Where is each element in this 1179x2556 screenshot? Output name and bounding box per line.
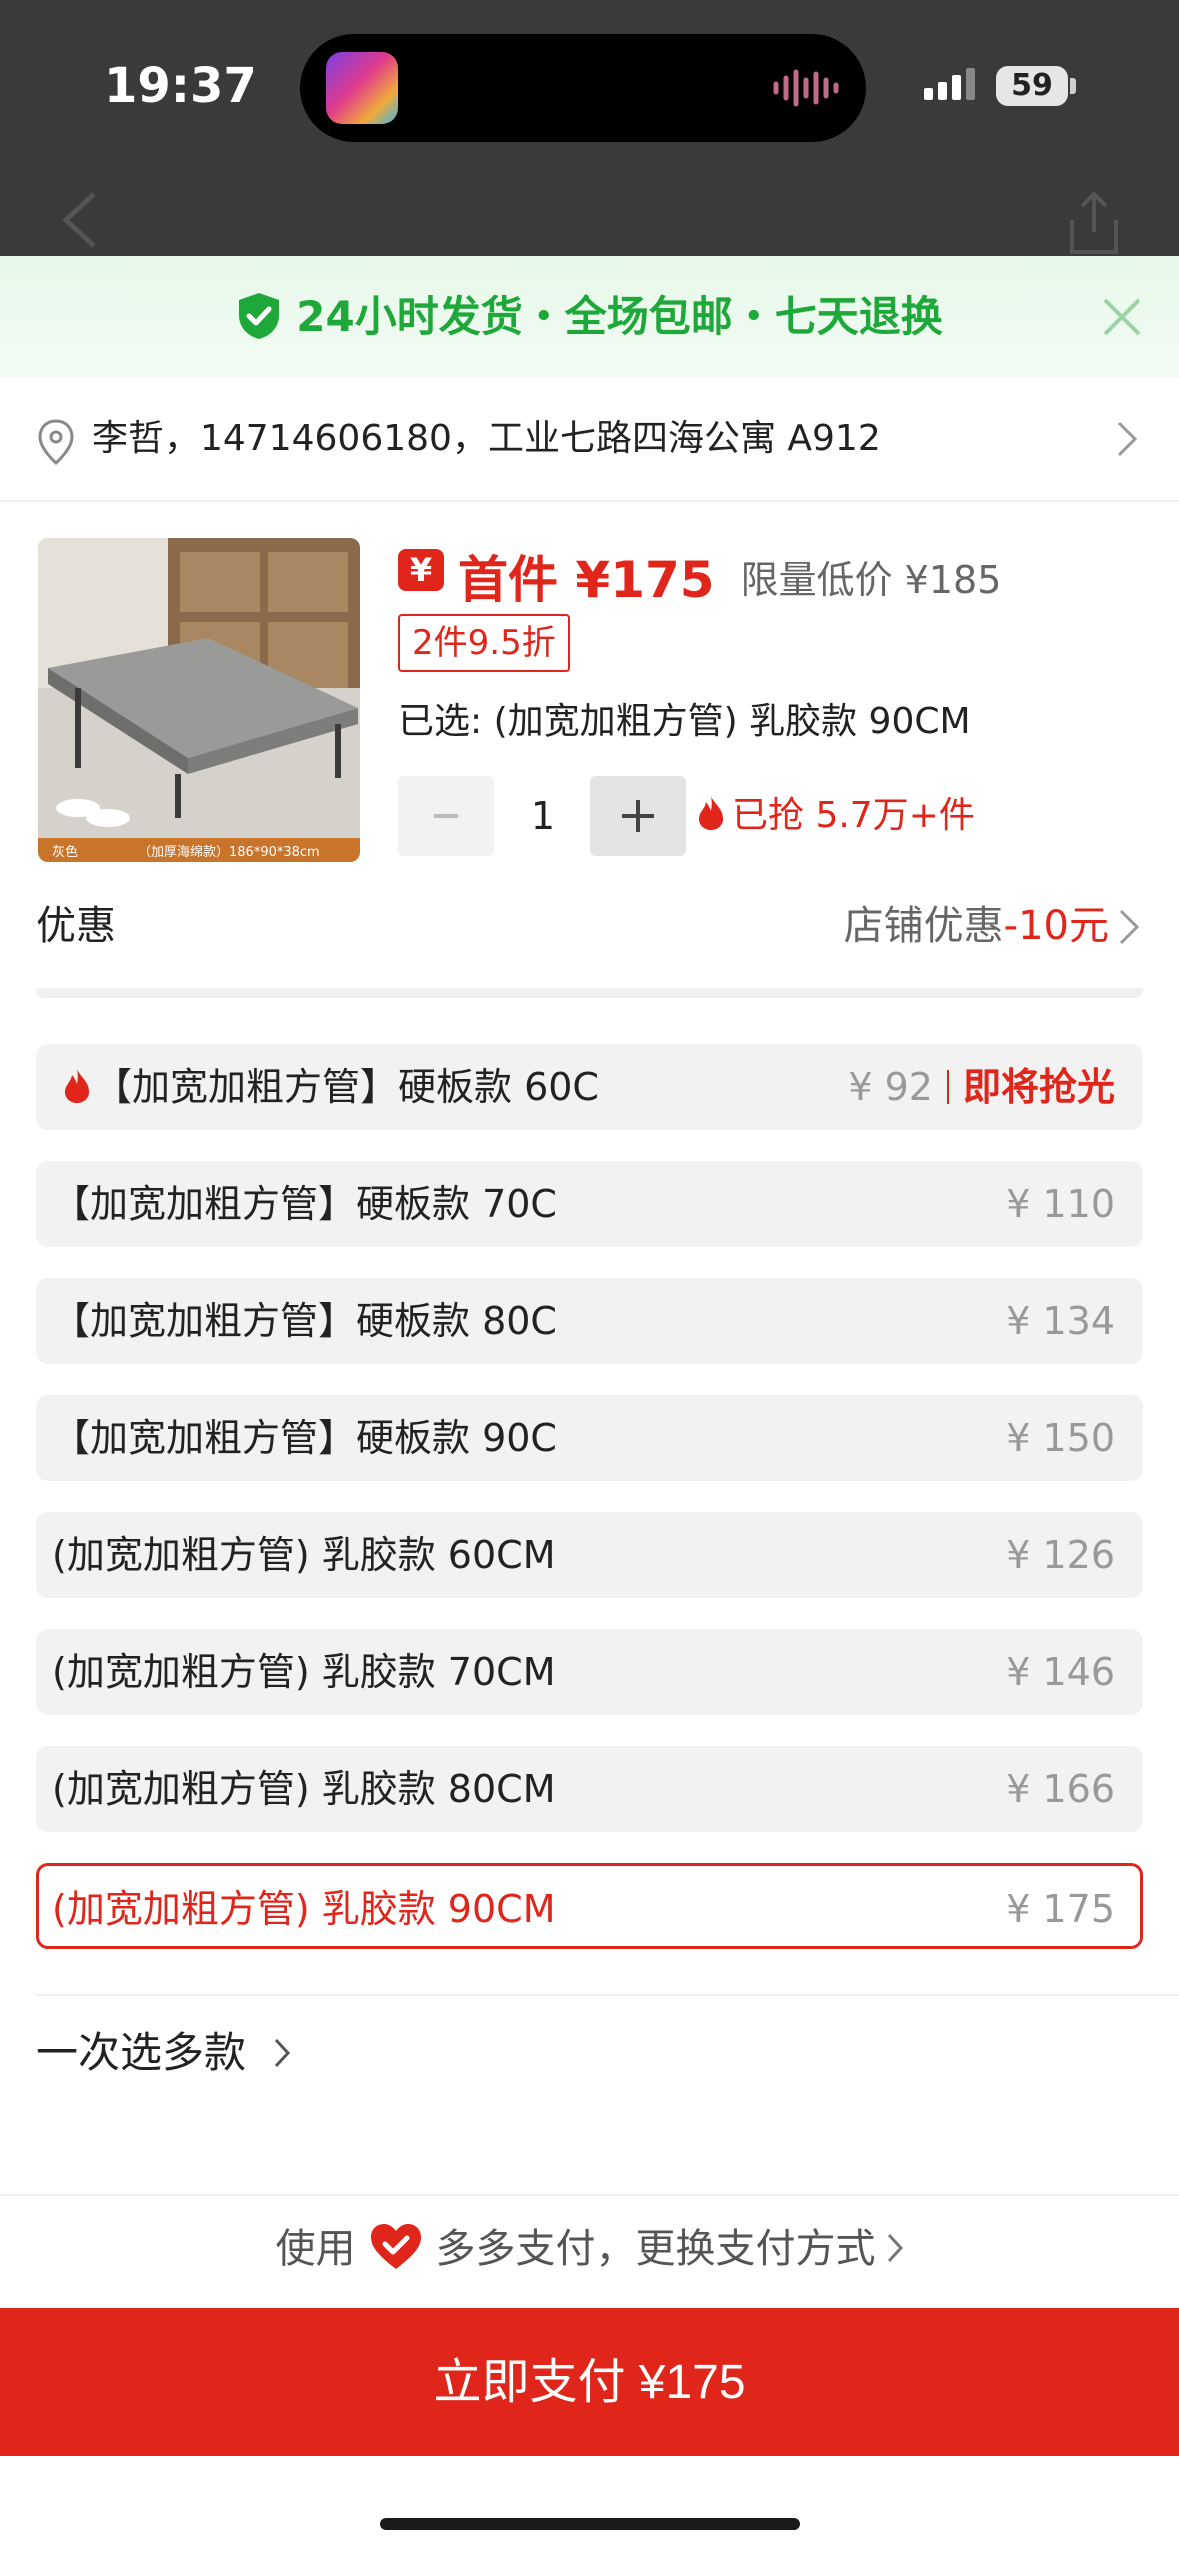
sold-text: 已抢 5.7万+件 xyxy=(732,795,975,836)
discount-badge: 2件9.5折 xyxy=(398,614,570,672)
variant-option-selected[interactable]: (加宽加粗方管) 乳胶款 90CM ¥ 175 xyxy=(36,1863,1143,1949)
chevron-right-icon xyxy=(887,2233,903,2263)
variant-option[interactable]: 【加宽加粗方管】硬板款 70C ¥ 110 xyxy=(36,1161,1143,1247)
chevron-right-icon xyxy=(1119,909,1140,945)
product-summary: 灰色 （加厚海绵款）186*90*38cm ¥ 首件 ¥175 限量低价 ¥185 … xyxy=(0,500,1179,866)
multi-select-link[interactable]: 一次选多款 xyxy=(36,2018,291,2088)
list-scroll-edge xyxy=(36,988,1143,998)
price-row: ¥ 首件 ¥175 限量低价 ¥185 xyxy=(398,540,1001,610)
shipping-address-row[interactable]: 李哲，14714606180，工业七路四海公寓 A912 xyxy=(0,378,1179,502)
plus-icon xyxy=(622,800,654,832)
variant-price: ¥ 134 xyxy=(1006,1299,1115,1343)
variant-option[interactable]: 【加宽加粗方管】硬板款 60C ¥ 92 即将抢光 xyxy=(36,1044,1143,1130)
product-spec-tag: （加厚海绵款）186*90*38cm xyxy=(138,845,320,860)
variant-name: (加宽加粗方管) 乳胶款 70CM xyxy=(52,1650,556,1694)
variant-name: 【加宽加粗方管】硬板款 60C xyxy=(94,1065,599,1109)
variant-price-group: ¥ 92 即将抢光 xyxy=(848,1044,1115,1130)
shield-check-icon xyxy=(239,292,280,339)
payment-prefix: 使用 xyxy=(275,2226,356,2272)
variant-option[interactable]: 【加宽加粗方管】硬板款 80C ¥ 134 xyxy=(36,1278,1143,1364)
fire-icon xyxy=(699,796,723,830)
app-icon xyxy=(326,52,398,124)
variant-option[interactable]: (加宽加粗方管) 乳胶款 60CM ¥ 126 xyxy=(36,1512,1143,1598)
dynamic-island xyxy=(300,34,866,142)
promo-amount: -10元 xyxy=(1003,903,1109,949)
audio-wave-icon xyxy=(773,69,839,107)
variant-price: ¥ 110 xyxy=(1006,1182,1115,1226)
checkout-sheet: 24小时发货・全场包邮・七天退换 李哲，14714606180，工业七路四海公寓… xyxy=(0,256,1179,2556)
variant-name: (加宽加粗方管) 乳胶款 90CM xyxy=(52,1887,556,1931)
banner-content: 24小时发货・全场包邮・七天退换 xyxy=(0,284,1179,350)
variant-name: 【加宽加粗方管】硬板款 70C xyxy=(52,1182,557,1226)
battery-icon: 59 xyxy=(996,66,1068,106)
chevron-right-icon xyxy=(1117,421,1138,457)
payment-method-selector[interactable]: 使用 多多支付，更换支付方式 xyxy=(0,2214,1179,2284)
variant-price: ¥ 150 xyxy=(1006,1416,1115,1460)
back-arrow-icon[interactable] xyxy=(60,190,100,250)
promotion-row[interactable]: 优惠 店铺优惠-10元 xyxy=(0,866,1179,988)
variant-name: 【加宽加粗方管】硬板款 90C xyxy=(52,1416,557,1460)
quantity-decrease-button[interactable] xyxy=(398,776,494,856)
quantity-value[interactable]: 1 xyxy=(510,776,576,856)
close-icon[interactable] xyxy=(1101,296,1143,338)
variant-price: ¥ 166 xyxy=(1006,1767,1115,1811)
promo-value: 店铺优惠-10元 xyxy=(844,896,1109,956)
minus-icon xyxy=(434,814,458,818)
stock-warning: 即将抢光 xyxy=(962,1065,1115,1109)
cellular-signal-icon xyxy=(924,68,975,100)
address-text: 李哲，14714606180，工业七路四海公寓 A912 xyxy=(92,418,881,459)
variant-option[interactable]: 【加宽加粗方管】硬板款 90C ¥ 150 xyxy=(36,1395,1143,1481)
promo-value-prefix: 店铺优惠 xyxy=(843,903,1004,949)
product-color-tag: 灰色 xyxy=(52,844,78,860)
promo-label: 优惠 xyxy=(36,903,116,949)
background-page-header: 19:37 59 xyxy=(0,0,1179,256)
variant-price: ¥ 175 xyxy=(1006,1887,1115,1931)
quantity-increase-button[interactable] xyxy=(590,776,686,856)
battery-tip xyxy=(1070,78,1076,94)
duoduo-pay-heart-icon xyxy=(370,2224,421,2269)
divider xyxy=(36,1994,1179,1996)
fire-icon xyxy=(65,1068,89,1103)
pay-now-button[interactable]: 立即支付 ¥175 xyxy=(0,2308,1179,2456)
variant-price: ¥ 126 xyxy=(1006,1533,1115,1577)
folding-bed-illustration: 灰色 （加厚海绵款）186*90*38cm xyxy=(38,538,360,862)
first-item-price: 首件 ¥175 xyxy=(458,551,715,609)
sold-count: 已抢 5.7万+件 xyxy=(696,788,975,844)
limited-price: 限量低价 ¥185 xyxy=(740,557,1002,602)
divider xyxy=(946,1069,949,1104)
selected-variant: 已选: (加宽加粗方管) 乳胶款 90CM xyxy=(398,701,971,742)
variant-name: (加宽加粗方管) 乳胶款 80CM xyxy=(52,1767,556,1811)
payment-method-text: 多多支付，更换支付方式 xyxy=(435,2226,876,2272)
variant-option[interactable]: (加宽加粗方管) 乳胶款 80CM ¥ 166 xyxy=(36,1746,1143,1832)
variant-price: ¥ 146 xyxy=(1006,1650,1115,1694)
variant-option[interactable]: (加宽加粗方管) 乳胶款 70CM ¥ 146 xyxy=(36,1629,1143,1715)
product-image: 灰色 （加厚海绵款）186*90*38cm xyxy=(38,538,360,862)
location-pin-icon xyxy=(38,419,74,465)
share-icon[interactable] xyxy=(1062,190,1126,256)
banner-text: 24小时发货・全场包邮・七天退换 xyxy=(296,292,943,341)
variant-name: (加宽加粗方管) 乳胶款 60CM xyxy=(52,1533,556,1577)
multi-select-label: 一次选多款 xyxy=(36,2028,247,2077)
variant-label: 【加宽加粗方管】硬板款 60C xyxy=(52,1044,599,1130)
yuan-coupon-icon: ¥ xyxy=(398,549,444,591)
divider xyxy=(0,2194,1179,2196)
chevron-right-icon xyxy=(275,2038,291,2067)
service-banner: 24小时发货・全场包邮・七天退换 xyxy=(0,256,1179,378)
home-indicator[interactable] xyxy=(380,2518,800,2530)
variant-price: ¥ 92 xyxy=(848,1065,933,1109)
variant-name: 【加宽加粗方管】硬板款 80C xyxy=(52,1299,557,1343)
status-time: 19:37 xyxy=(104,58,257,114)
